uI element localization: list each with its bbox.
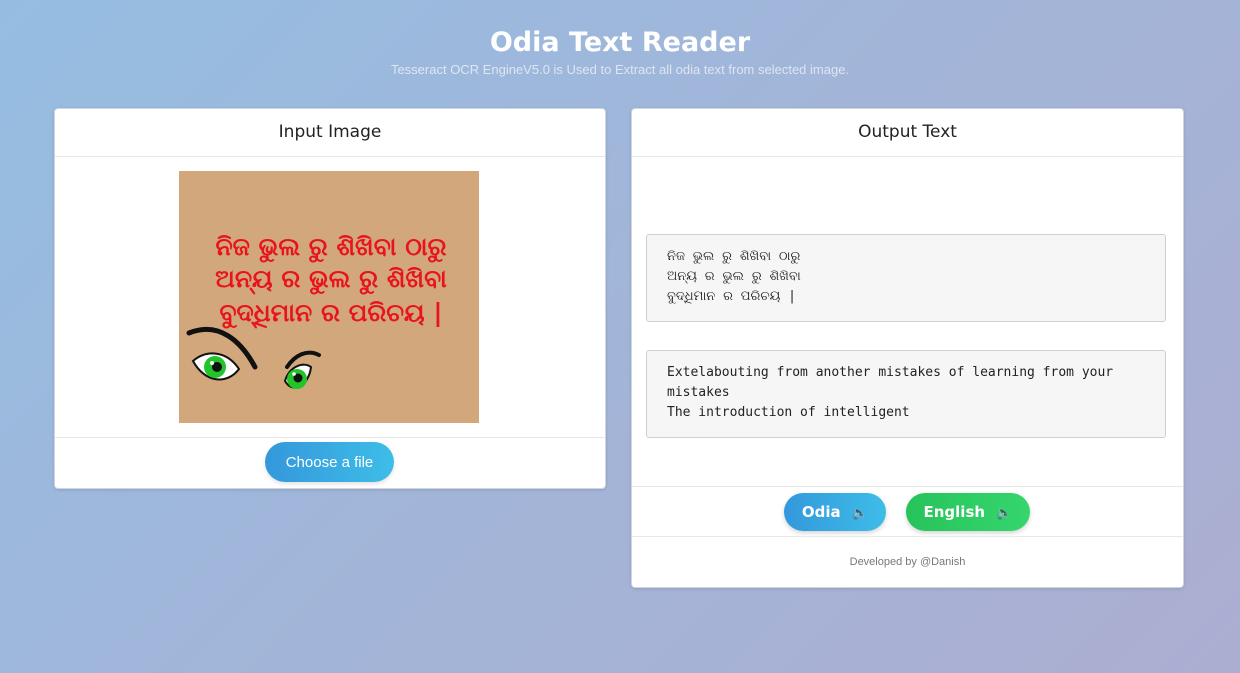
odia-button-label: Odia	[801, 503, 841, 521]
odia-output-text[interactable]: ନିଜ ଭୁଲ ରୁ ଶିଖିବା ଠାରୁ ଅନ୍ୟ ର ଭୁଲ ରୁ ଶିଖ…	[646, 234, 1166, 322]
page-title: Odia Text Reader	[489, 27, 751, 58]
page-header: Odia Text Reader Tesseract OCR EngineV5.…	[0, 26, 1240, 77]
page-subtitle: Tesseract OCR EngineV5.0 is Used to Extr…	[390, 62, 850, 77]
image-text-line-1: ନିଜ ଭୁଲ ରୁ ଶିଖିବା ଠାରୁ	[215, 232, 446, 263]
output-card-title: Output Text	[632, 109, 1183, 157]
footer-divider	[632, 536, 1183, 537]
image-text-line-2: ଅନ୍ୟ ର ଭୁଲ ରୁ ଶିଖିବା	[215, 264, 447, 295]
speaker-icon: 🔈	[996, 506, 1013, 521]
input-card-title: Input Image	[55, 109, 605, 157]
english-button-label: English	[923, 503, 986, 521]
speak-odia-button[interactable]: Odia 🔈	[784, 493, 886, 531]
image-text-line-3: ବୁଦ୍ଧିମାନ ର ପରିଚୟ |	[219, 298, 442, 329]
input-card-divider	[55, 437, 605, 438]
output-text-card: Output Text ନିଜ ଭୁଲ ରୁ ଶିଖିବା ଠାରୁ ଅନ୍ୟ …	[631, 108, 1184, 588]
speak-english-button[interactable]: English 🔈	[906, 493, 1030, 531]
speaker-icon: 🔈	[851, 506, 869, 521]
developer-credit: Developed by @Danish	[849, 556, 966, 568]
output-card-divider	[632, 486, 1183, 487]
english-output-text[interactable]: Extelabouting from another mistakes of l…	[646, 350, 1166, 438]
selected-image-preview: ନିଜ ଭୁଲ ରୁ ଶିଖିବା ଠାରୁ ଅନ୍ୟ ର ଭୁଲ ରୁ ଶିଖ…	[179, 171, 479, 423]
choose-file-button[interactable]: Choose a file	[265, 442, 394, 482]
input-image-card: Input Image ନିଜ ଭୁଲ ରୁ ଶିଖିବା ଠାରୁ ଅନ୍ୟ …	[54, 108, 606, 489]
